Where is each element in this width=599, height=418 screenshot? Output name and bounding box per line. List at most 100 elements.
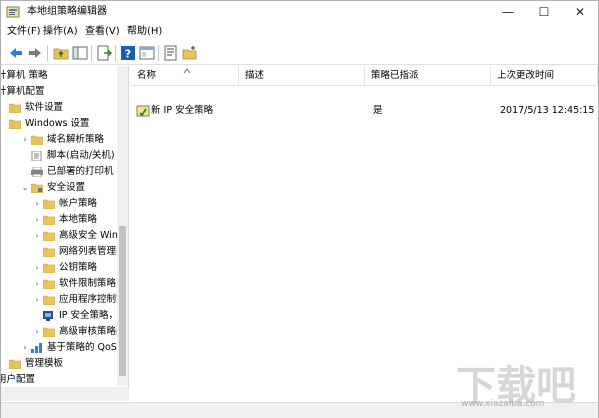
- title-bar: 本地组策略编辑器 — ☐ ✕: [1, 1, 598, 23]
- tree-item-label: 本地策略: [59, 214, 98, 225]
- export-list-icon[interactable]: [95, 44, 113, 62]
- menu-file[interactable]: 文件(F): [7, 25, 41, 39]
- column-header-description[interactable]: 描述: [239, 66, 365, 86]
- toolbar: ?: [1, 41, 598, 65]
- tree-item[interactable]: › 应用程序控制策: [1, 292, 128, 308]
- minimize-button[interactable]: —: [490, 1, 526, 23]
- ip-security-icon: [43, 311, 53, 321]
- toolbar-separator: [158, 45, 159, 61]
- tree-vertical-scrollbar[interactable]: [117, 66, 128, 386]
- back-arrow-icon[interactable]: [7, 44, 25, 62]
- chevron-right-icon[interactable]: ›: [33, 324, 41, 340]
- script-icon: [31, 151, 42, 161]
- row-modified: 2017/5/13 12:45:15: [500, 105, 595, 116]
- menu-view[interactable]: 查看(V): [85, 25, 120, 39]
- tree-item-label: 已部署的打印机: [47, 166, 114, 177]
- tree-item-label: 软件设置: [25, 102, 64, 113]
- new-item-icon[interactable]: [181, 44, 199, 62]
- tree-item-label: 计算机 策略: [1, 70, 48, 81]
- chevron-right-icon[interactable]: ›: [21, 340, 29, 356]
- svg-text:?: ?: [125, 48, 131, 61]
- tree-item-label: 用户配置: [1, 374, 36, 385]
- console-tree: 计算机 策略 计算机配置软件设置 Windows 设置 › 域名解析策略脚本(启动/关机…: [1, 66, 129, 401]
- close-button[interactable]: ✕: [562, 1, 598, 23]
- menu-help[interactable]: 帮助(H): [127, 25, 162, 39]
- toolbar-separator: [47, 45, 48, 61]
- chevron-right-icon[interactable]: ›: [33, 276, 41, 292]
- column-header-modified[interactable]: 上次更改时间: [491, 66, 598, 86]
- column-header-assigned[interactable]: 策略已指派: [365, 66, 491, 86]
- filter-icon[interactable]: [162, 44, 180, 62]
- tree-item[interactable]: › 帐户策略: [1, 196, 128, 212]
- tree-item[interactable]: IP 安全策略，在: [1, 308, 128, 324]
- folder-icon: [43, 199, 55, 209]
- chevron-down-icon[interactable]: ⌄: [21, 180, 29, 196]
- tree-item[interactable]: › 本地策略: [1, 212, 128, 228]
- tree-item-label: 计算机配置: [1, 86, 45, 97]
- row-assigned: 是: [373, 105, 383, 116]
- chevron-right-icon[interactable]: [33, 244, 41, 260]
- tree-item[interactable]: › 软件限制策略: [1, 276, 128, 292]
- chevron-right-icon[interactable]: [21, 164, 29, 180]
- chevron-right-icon[interactable]: ›: [33, 196, 41, 212]
- list-row[interactable]: 新 IP 安全策略 是 2017/5/13 12:45:15: [131, 102, 598, 120]
- qos-chart-icon: [31, 343, 42, 353]
- toolbar-separator: [91, 45, 92, 61]
- tree-item[interactable]: 已部署的打印机: [1, 164, 128, 180]
- tree-item-label: Windows 设置: [25, 118, 90, 129]
- chevron-right-icon[interactable]: [33, 308, 41, 324]
- tree-item-label: 应用程序控制策: [59, 294, 126, 305]
- tree-item[interactable]: › 高级审核策略配: [1, 324, 128, 340]
- chevron-right-icon[interactable]: ›: [33, 260, 41, 276]
- policy-editor-icon: [6, 6, 20, 18]
- properties-icon[interactable]: [138, 44, 156, 62]
- folder-icon: [43, 215, 55, 225]
- forward-arrow-icon[interactable]: [26, 44, 44, 62]
- gpedit-window: 本地组策略编辑器 — ☐ ✕ 文件(F) 操作(A) 查看(V) 帮助(H) ?…: [0, 0, 599, 418]
- tree-item[interactable]: 网络列表管理器: [1, 244, 128, 260]
- tree-item-label: 公钥策略: [59, 262, 98, 273]
- up-folder-icon[interactable]: [52, 44, 70, 62]
- folder-icon: [9, 103, 21, 113]
- chevron-right-icon[interactable]: ›: [33, 292, 41, 308]
- chevron-right-icon[interactable]: ›: [33, 212, 41, 228]
- tree-item[interactable]: 计算机 策略: [1, 68, 128, 84]
- printer-icon: [31, 167, 43, 177]
- tree-item[interactable]: 脚本(启动/关机): [1, 148, 128, 164]
- help-icon[interactable]: ?: [119, 44, 137, 62]
- tree-item[interactable]: › 基于策略的 QoS: [1, 340, 128, 356]
- tree-item-label: 管理模板: [25, 358, 64, 369]
- tree-item[interactable]: Windows 设置: [1, 116, 128, 132]
- menu-action[interactable]: 操作(A): [43, 25, 78, 39]
- folder-icon: [43, 295, 55, 305]
- tree-item[interactable]: › 域名解析策略: [1, 132, 128, 148]
- row-name: 新 IP 安全策略: [151, 105, 214, 116]
- tree-item[interactable]: ⌄ 安全设置: [1, 180, 128, 196]
- scrollbar-thumb[interactable]: [119, 226, 126, 376]
- tree-item[interactable]: 管理模板: [1, 356, 128, 372]
- folder-icon: [43, 263, 55, 273]
- tree-item-label: 软件限制策略: [59, 278, 117, 289]
- maximize-button[interactable]: ☐: [526, 1, 562, 23]
- tree-item[interactable]: 用户配置: [1, 372, 128, 388]
- chevron-right-icon[interactable]: ›: [21, 132, 29, 148]
- folder-icon: [43, 327, 55, 337]
- tree-item-label: 脚本(启动/关机): [47, 150, 115, 161]
- folder-icon: [9, 119, 21, 129]
- chevron-right-icon[interactable]: [21, 148, 29, 164]
- folder-icon: [9, 359, 21, 369]
- chevron-right-icon[interactable]: ›: [33, 228, 41, 244]
- tree-horizontal-scrollbar[interactable]: [1, 387, 129, 401]
- tree-item[interactable]: 软件设置: [1, 100, 128, 116]
- sort-caret-icon: [183, 68, 191, 74]
- folder-icon: [43, 279, 55, 289]
- folder-icon: [43, 247, 55, 257]
- tree-item-label: 帐户策略: [59, 198, 98, 209]
- tree-item[interactable]: › 公钥策略: [1, 260, 128, 276]
- tree-item[interactable]: › 高级安全 Wind: [1, 228, 128, 244]
- tree-item-label: 安全设置: [47, 182, 86, 193]
- folder-icon: [31, 135, 43, 145]
- column-header-row: 名称 描述 策略已指派 上次更改时间: [131, 66, 598, 86]
- show-hide-tree-icon[interactable]: [71, 44, 89, 62]
- tree-item[interactable]: 计算机配置: [1, 84, 128, 100]
